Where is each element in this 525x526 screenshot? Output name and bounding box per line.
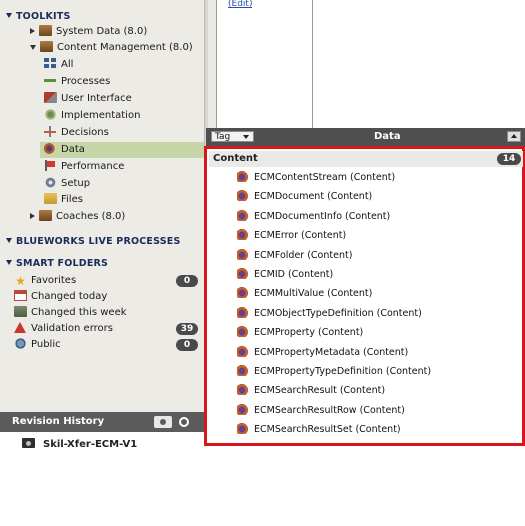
blueworks-section-header[interactable]: BLUEWORKS LIVE PROCESSES (6, 236, 180, 247)
edit-link[interactable]: (Edit) (228, 0, 252, 8)
collapse-arrow-icon[interactable] (30, 45, 36, 50)
calendar-icon (14, 290, 27, 301)
category-implementation[interactable]: Implementation (44, 108, 140, 124)
collapse-triangle-icon (6, 238, 12, 243)
expand-arrow-icon[interactable] (30, 28, 35, 34)
list-item[interactable]: ECMFolder (Content) (237, 248, 352, 264)
smart-folder-public[interactable]: Public 0 (14, 337, 204, 353)
collapse-panel-button[interactable] (507, 131, 521, 142)
category-performance[interactable]: Performance (44, 159, 124, 175)
list-item[interactable]: ECMPropertyMetadata (Content) (237, 345, 408, 361)
expand-arrow-icon[interactable] (30, 213, 35, 219)
warning-icon (14, 322, 26, 333)
chevron-down-icon (243, 135, 249, 139)
decision-icon (44, 126, 57, 137)
flag-icon (44, 160, 57, 171)
revision-history-list: Skil-Xfer-ECM-V1 (0, 432, 204, 526)
count-badge: 39 (176, 323, 198, 335)
list-item[interactable]: ECMMultiValue (Content) (237, 286, 372, 302)
category-processes[interactable]: Processes (44, 74, 110, 90)
category-all[interactable]: All (44, 57, 73, 73)
category-decisions[interactable]: Decisions (44, 125, 109, 141)
business-object-icon (237, 365, 251, 376)
user-interface-icon (44, 92, 57, 103)
snapshot-icon (22, 438, 35, 448)
tree-item-system-data[interactable]: System Data (8.0) (30, 24, 147, 40)
smart-folder-changed-today[interactable]: Changed today (14, 289, 107, 305)
list-item[interactable]: ECMProperty (Content) (237, 325, 363, 341)
collapse-triangle-icon (6, 13, 12, 18)
business-object-icon (237, 209, 251, 221)
business-object-icon (237, 190, 251, 202)
smart-folders-section-header[interactable]: SMART FOLDERS (6, 258, 108, 269)
gear-icon (44, 177, 57, 188)
list-item[interactable]: ECMError (Content) (237, 228, 346, 244)
toolkit-icon (39, 210, 52, 221)
count-badge: 0 (176, 339, 198, 351)
panel-title: Data (374, 131, 401, 142)
grid-icon (44, 58, 57, 69)
business-object-icon (237, 306, 251, 318)
category-data[interactable]: Data (40, 142, 204, 158)
public-icon (14, 338, 27, 349)
category-user-interface[interactable]: User Interface (44, 91, 132, 107)
count-badge: 14 (497, 153, 521, 165)
tree-item-coaches[interactable]: Coaches (8.0) (30, 209, 125, 225)
business-object-icon (237, 345, 251, 357)
revision-history-title: Revision History (12, 416, 105, 427)
data-panel-header: Tag Data (206, 128, 525, 146)
business-object-icon (237, 268, 251, 279)
business-object-icon (237, 287, 251, 299)
collapse-triangle-icon (6, 260, 12, 265)
empty-panel-area (204, 446, 525, 526)
editor-gutter (208, 0, 216, 128)
star-icon: ★ (15, 274, 26, 288)
snapshot-camera-icon[interactable] (154, 416, 172, 428)
business-object-icon (237, 423, 251, 435)
list-item[interactable]: ECMSearchResult (Content) (237, 383, 385, 399)
process-icon (44, 75, 57, 86)
toolkits-section-header[interactable]: TOOLKITS (6, 11, 71, 22)
smart-folder-changed-this-week[interactable]: Changed this week (14, 305, 127, 321)
editor-area: (Edit) (208, 0, 525, 128)
list-item[interactable]: ECMDocumentInfo (Content) (237, 209, 390, 225)
smart-folder-validation-errors[interactable]: Validation errors 39 (14, 321, 204, 337)
divider (216, 0, 217, 128)
content-group-header[interactable]: Content 14 (209, 151, 523, 167)
business-object-icon (237, 384, 251, 396)
library-tree: TOOLKITS System Data (8.0) Content Manag… (0, 0, 204, 404)
list-item[interactable]: ECMSearchResultRow (Content) (237, 403, 405, 419)
implementation-icon (44, 109, 57, 120)
category-files[interactable]: Files (44, 192, 83, 208)
snapshot-item[interactable]: Skil-Xfer-ECM-V1 (22, 438, 137, 450)
business-object-icon (237, 326, 251, 338)
toolkit-icon (39, 25, 52, 36)
list-item[interactable]: ECMObjectTypeDefinition (Content) (237, 306, 422, 322)
revision-options-icon[interactable] (179, 417, 189, 427)
calendar-week-icon (14, 306, 27, 317)
folder-icon (44, 193, 57, 204)
library-navigator: TOOLKITS System Data (8.0) Content Manag… (0, 0, 204, 526)
category-setup[interactable]: Setup (44, 176, 90, 192)
business-object-icon (237, 403, 251, 415)
list-item[interactable]: ECMPropertyTypeDefinition (Content) (237, 364, 431, 380)
tree-item-content-management[interactable]: Content Management (8.0) (30, 40, 193, 56)
list-item[interactable]: ECMID (Content) (237, 267, 333, 283)
count-badge: 0 (176, 275, 198, 287)
toolkit-icon (40, 41, 53, 52)
content-list: Content 14 ECMContentStream (Content) EC… (204, 146, 525, 446)
list-item[interactable]: ECMSearchResultSet (Content) (237, 422, 401, 438)
list-item[interactable]: ECMContentStream (Content) (237, 170, 395, 186)
data-icon (44, 143, 57, 154)
revision-history-header: Revision History (0, 412, 204, 432)
list-item[interactable]: ECMDocument (Content) (237, 189, 372, 205)
tag-dropdown[interactable]: Tag (211, 131, 254, 142)
divider (312, 0, 313, 128)
smart-folder-favorites[interactable]: ★ Favorites 0 (14, 273, 204, 289)
business-object-icon (237, 171, 251, 182)
business-object-icon (237, 248, 251, 260)
business-object-icon (237, 229, 251, 241)
